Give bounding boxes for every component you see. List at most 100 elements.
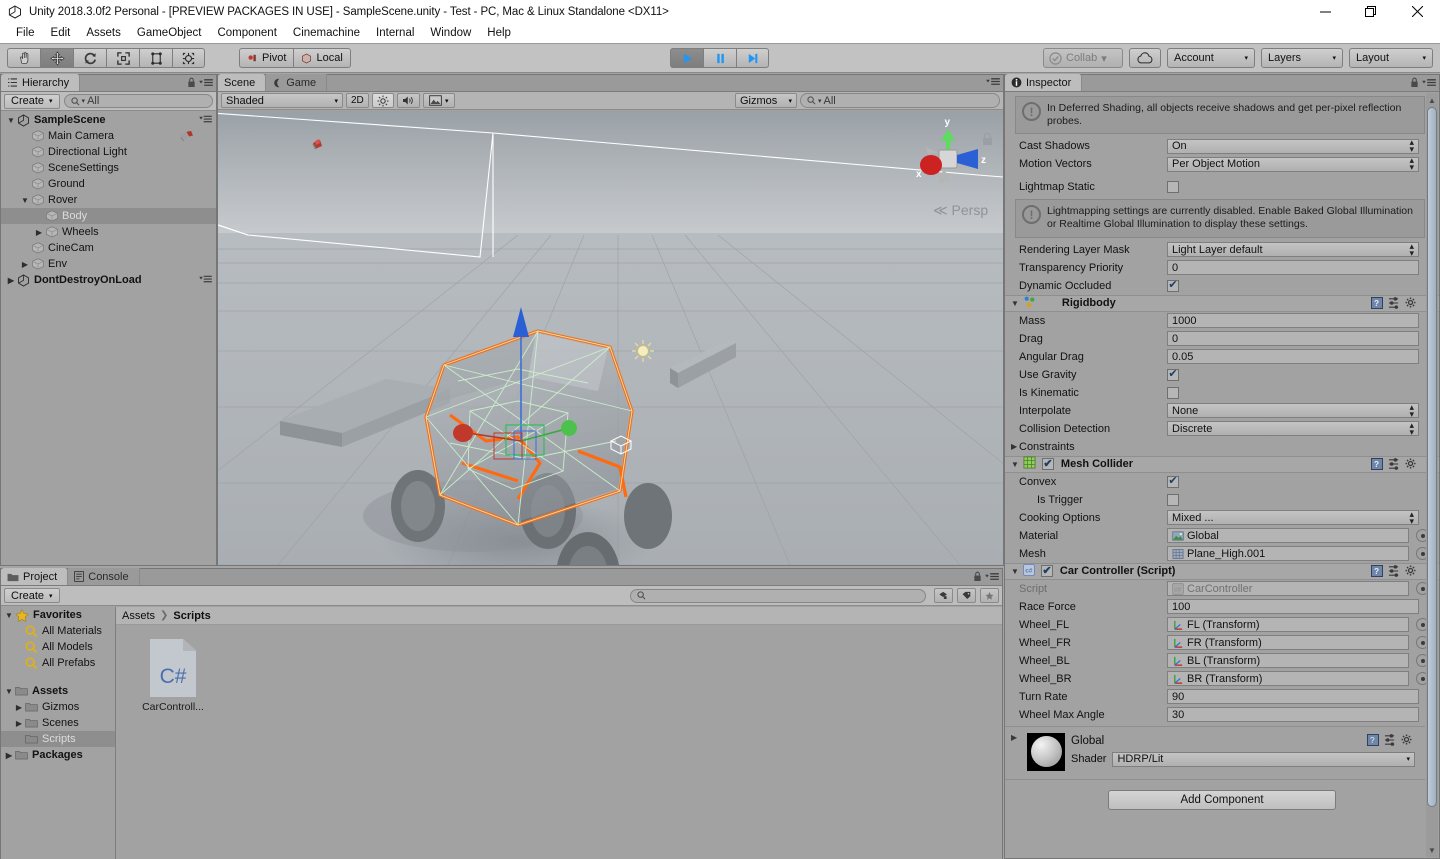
project-search-input[interactable] <box>630 588 926 603</box>
dropdown-motion-vectors[interactable]: Per Object Motion ▴ ▾ <box>1167 156 1419 172</box>
project-folder-tree[interactable]: ▼ Favorites All Materials All Models All Pre… <box>1 607 116 859</box>
tab-project[interactable]: Project <box>1 568 69 585</box>
menu-edit[interactable]: Edit <box>43 25 79 41</box>
foldout-arrow[interactable]: ▶ <box>13 719 25 728</box>
asset-item[interactable]: C# CarControll... <box>134 639 212 713</box>
project-tree-item-favorites[interactable]: ▼ Favorites <box>1 607 115 623</box>
material-foldout-arrow[interactable]: ▶ <box>1011 733 1021 748</box>
pause-button[interactable] <box>703 48 736 68</box>
text-field-race-force[interactable]: 100 <box>1167 599 1419 614</box>
checkbox-convex[interactable] <box>1167 475 1179 488</box>
dropdown-collision-detection[interactable]: Discrete ▴ ▾ <box>1167 420 1419 436</box>
hierarchy-item-main-camera[interactable]: Main Camera <box>1 128 216 144</box>
rect-tool-button[interactable] <box>139 48 172 68</box>
scroll-up-arrow[interactable]: ▲ <box>1427 94 1437 106</box>
menu-internal[interactable]: Internal <box>368 25 422 41</box>
menu-gameobject[interactable]: GameObject <box>129 25 210 41</box>
project-tree-item-all-materials[interactable]: All Materials <box>1 623 115 639</box>
shader-dropdown[interactable]: HDRP/Lit ▾ <box>1112 751 1415 767</box>
foldout-arrow[interactable]: ▼ <box>1011 567 1019 576</box>
inspector-scroll-thumb[interactable] <box>1427 107 1437 807</box>
toggle-effects-button[interactable]: ▾ <box>422 93 455 108</box>
inspector-scrollbar[interactable]: ▲ ▼ <box>1426 93 1438 857</box>
draw-mode-dropdown[interactable]: Shaded ▾ <box>221 93 343 108</box>
gear-icon[interactable] <box>1401 734 1413 746</box>
scene-viewport[interactable]: y z x ≪ Persp <box>218 111 1003 565</box>
project-tree-item-scenes[interactable]: ▶ Scenes <box>1 715 115 731</box>
hierarchy-item-scenesettings[interactable]: SceneSettings <box>1 160 216 176</box>
foldout-arrow[interactable]: ▶ <box>5 276 17 285</box>
maximize-button[interactable] <box>1348 0 1394 23</box>
collab-button[interactable]: Collab ▾ <box>1043 48 1123 68</box>
object-field-wheel-br[interactable]: BR (Transform) <box>1167 671 1409 686</box>
foldout-arrow[interactable]: ▼ <box>1011 460 1019 469</box>
object-field-mesh[interactable]: Plane_High.001 <box>1167 546 1409 561</box>
rotate-tool-button[interactable] <box>73 48 106 68</box>
checkbox-is-kinematic[interactable] <box>1167 386 1179 399</box>
gizmos-dropdown[interactable]: Gizmos ▾ <box>735 93 797 108</box>
component-header-mesh-collider[interactable]: ▼ Mesh Collider? <box>1005 455 1439 473</box>
hierarchy-item-cinecam[interactable]: CineCam <box>1 240 216 256</box>
preset-icon[interactable] <box>1388 458 1400 470</box>
foldout-arrow[interactable]: ▼ <box>3 611 15 620</box>
favorites-button[interactable] <box>980 588 999 603</box>
text-field-drag[interactable]: 0 <box>1167 331 1419 346</box>
menu-file[interactable]: File <box>8 25 43 41</box>
component-header-car-controller-script-[interactable]: ▼ c# Car Controller (Script)? <box>1005 562 1439 580</box>
scene-context-menu-icon[interactable] <box>199 275 212 284</box>
panel-menu-icon[interactable] <box>1422 78 1436 88</box>
object-field-wheel-bl[interactable]: BL (Transform) <box>1167 653 1409 668</box>
text-field-transparency-priority[interactable]: 0 <box>1167 260 1419 275</box>
breadcrumb-root[interactable]: Assets <box>122 610 155 622</box>
scale-tool-button[interactable] <box>106 48 139 68</box>
play-button[interactable] <box>670 48 703 68</box>
menu-assets[interactable]: Assets <box>78 25 129 41</box>
lock-icon[interactable] <box>1410 77 1419 88</box>
menu-component[interactable]: Component <box>209 25 284 41</box>
hierarchy-item-rover[interactable]: ▼ Rover <box>1 192 216 208</box>
component-header-rigidbody[interactable]: ▼ Rigidbody? <box>1005 294 1439 312</box>
toggle-lighting-button[interactable] <box>371 93 394 108</box>
lock-icon[interactable] <box>187 77 196 88</box>
hierarchy-item-ground[interactable]: Ground <box>1 176 216 192</box>
foldout-arrow[interactable]: ▶ <box>19 260 31 269</box>
transform-tool-button[interactable] <box>172 48 205 68</box>
object-field-script[interactable]: c# CarController <box>1167 581 1409 596</box>
preset-icon[interactable] <box>1384 733 1396 746</box>
preset-icon[interactable] <box>1388 565 1400 577</box>
foldout-arrow[interactable]: ▶ <box>33 228 45 237</box>
pivot-mode-button[interactable]: Pivot <box>239 48 294 68</box>
tab-game[interactable]: Game <box>266 74 328 91</box>
hand-tool-button[interactable] <box>7 48 40 68</box>
gear-icon[interactable] <box>1405 565 1417 577</box>
move-tool-button[interactable] <box>40 48 73 68</box>
help-icon[interactable]: ? <box>1371 297 1383 309</box>
project-tree-item-gizmos[interactable]: ▶ Gizmos <box>1 699 115 715</box>
object-field-wheel-fr[interactable]: FR (Transform) <box>1167 635 1409 650</box>
text-field-mass[interactable]: 1000 <box>1167 313 1419 328</box>
tab-console[interactable]: Console <box>68 568 140 585</box>
minimize-button[interactable] <box>1302 0 1348 23</box>
lock-icon[interactable] <box>973 571 982 582</box>
project-tree-item-assets[interactable]: ▼ Assets <box>1 683 115 699</box>
foldout-arrow[interactable]: ▼ <box>1011 299 1019 308</box>
dropdown-interpolate[interactable]: None ▴ ▾ <box>1167 402 1419 418</box>
cloud-button[interactable] <box>1129 48 1161 68</box>
hierarchy-item-dontdestroyonload[interactable]: ▶ DontDestroyOnLoad <box>1 272 216 288</box>
object-field-wheel-fl[interactable]: FL (Transform) <box>1167 617 1409 632</box>
tab-inspector[interactable]: Inspector <box>1005 74 1083 91</box>
menu-help[interactable]: Help <box>479 25 519 41</box>
component-enabled-checkbox-car-controller-script-[interactable] <box>1040 565 1053 577</box>
text-field-turn-rate[interactable]: 90 <box>1167 689 1419 704</box>
panel-menu-icon[interactable] <box>199 78 213 88</box>
project-tree-item-scripts[interactable]: Scripts <box>1 731 115 747</box>
text-field-wheel-max-angle[interactable]: 30 <box>1167 707 1419 722</box>
dropdown-rendering-layer-mask[interactable]: Light Layer default ▴ ▾ <box>1167 241 1419 257</box>
filter-by-type-button[interactable] <box>934 588 953 603</box>
foldout-arrow[interactable]: ▶ <box>13 703 25 712</box>
hierarchy-item-samplescene[interactable]: ▼ SampleScene <box>1 112 216 128</box>
scene-context-menu-icon[interactable] <box>199 115 212 124</box>
foldout-arrow[interactable]: ▼ <box>3 687 15 696</box>
help-icon[interactable]: ? <box>1367 733 1379 746</box>
account-dropdown[interactable]: Account ▾ <box>1167 48 1255 68</box>
